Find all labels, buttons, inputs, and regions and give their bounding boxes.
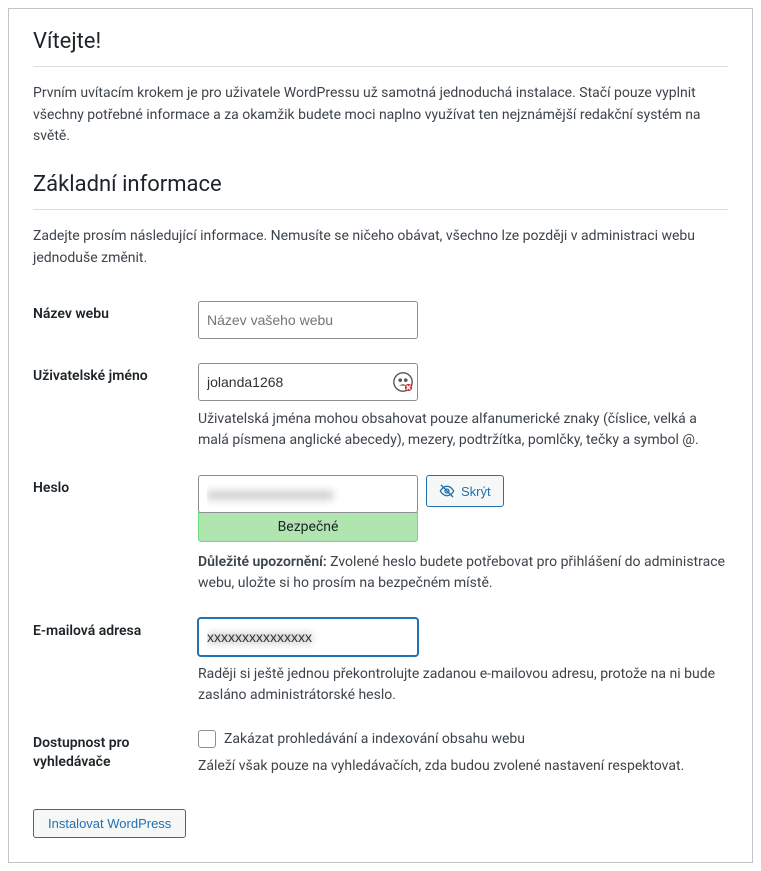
divider xyxy=(33,209,728,210)
divider xyxy=(33,66,728,67)
privacy-checkbox-label: Zakázat prohledávání a indexování obsahu… xyxy=(224,731,525,747)
eye-slash-icon xyxy=(439,483,455,499)
password-note: Důležité upozornění: Zvolené heslo budet… xyxy=(198,552,728,594)
privacy-help: Záleží však pouze na vyhledávačích, zda … xyxy=(198,756,728,777)
password-label: Heslo xyxy=(33,480,69,496)
section-heading: Základní informace xyxy=(33,172,728,197)
form-table: Název webu Uživatelské jméno xyxy=(33,291,728,791)
welcome-heading: Vítejte! xyxy=(33,29,728,54)
section-lead: Zadejte prosím následující informace. Ne… xyxy=(33,226,728,269)
email-help: Raději si ještě jednou překontrolujte za… xyxy=(198,664,728,706)
username-input[interactable] xyxy=(198,363,418,401)
password-manager-icon[interactable] xyxy=(392,371,414,393)
password-input[interactable] xyxy=(198,475,418,513)
password-note-strong: Důležité upozornění: xyxy=(198,554,327,570)
install-form: Vítejte! Prvním uvítacím krokem je pro u… xyxy=(8,8,753,863)
username-help: Uživatelská jména mohou obsahovat pouze … xyxy=(198,409,728,451)
privacy-checkbox[interactable] xyxy=(198,730,216,748)
privacy-label: Dostupnost pro vyhledávače xyxy=(33,735,129,769)
install-button[interactable]: Instalovat WordPress xyxy=(33,809,186,838)
welcome-intro: Prvním uvítacím krokem je pro uživatele … xyxy=(33,83,728,148)
site-title-label: Název webu xyxy=(33,306,109,322)
site-title-input[interactable] xyxy=(198,301,418,339)
email-input[interactable] xyxy=(198,618,418,656)
hide-password-button[interactable]: Skrýt xyxy=(426,475,504,507)
email-label: E-mailová adresa xyxy=(33,623,141,639)
password-strength: Bezpečné xyxy=(198,512,418,542)
username-label: Uživatelské jméno xyxy=(33,368,148,384)
hide-password-label: Skrýt xyxy=(461,484,491,499)
